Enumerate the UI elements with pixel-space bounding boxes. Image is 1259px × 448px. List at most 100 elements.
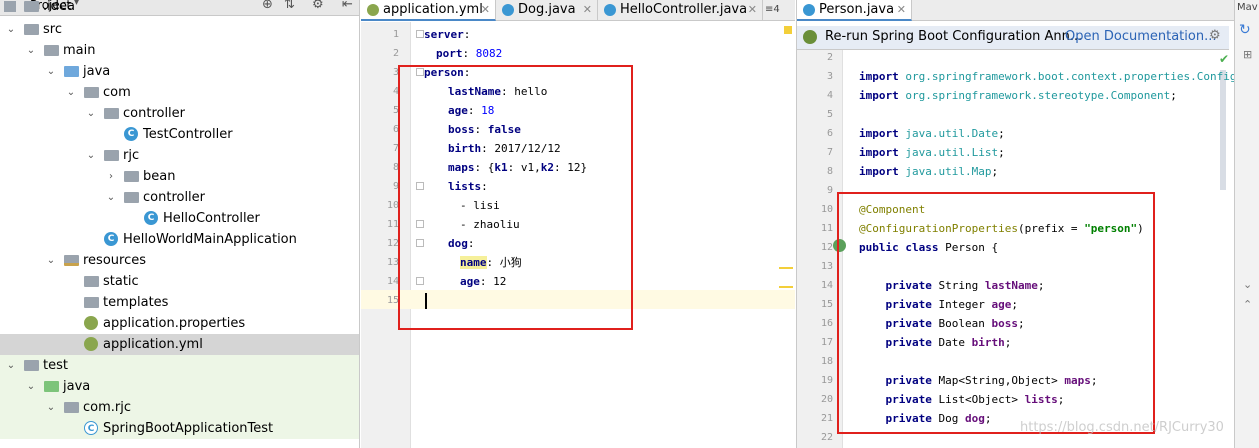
- tree-item-hellocontroller[interactable]: C HelloController: [0, 208, 359, 229]
- line-number: 11: [820, 223, 833, 234]
- tab-person-java[interactable]: Person.java ✕: [797, 0, 912, 21]
- tree-item-label: main: [63, 43, 96, 58]
- tree-item-resources[interactable]: ⌄ resources: [0, 250, 359, 271]
- tree-item-com[interactable]: ⌄ com: [0, 82, 359, 103]
- maven-label[interactable]: Mav: [1237, 2, 1258, 13]
- tree-item-main[interactable]: ⌄ main: [0, 40, 359, 61]
- tree-item-static[interactable]: static: [0, 271, 359, 292]
- line-number: 9: [826, 185, 833, 196]
- resources-folder-icon: [64, 255, 79, 266]
- tree-item-src[interactable]: ⌄ src: [0, 19, 359, 40]
- line-number: 11: [386, 219, 399, 230]
- folder-icon: [84, 297, 99, 308]
- tab-dog-java[interactable]: Dog.java ✕: [496, 0, 598, 21]
- code-line[interactable]: import java.util.Map;: [859, 162, 998, 181]
- banner-text: Re-run Spring Boot Configuration Ann...: [825, 29, 1083, 44]
- tree-item-java[interactable]: ⌄ java: [0, 61, 359, 82]
- tree-item-rjc[interactable]: ⌄ rjc: [0, 145, 359, 166]
- warning-marker: [784, 26, 792, 34]
- package-icon: [104, 108, 119, 119]
- code-line[interactable]: port: 8082: [436, 44, 502, 63]
- tree-item-label: .idea: [43, 0, 75, 14]
- tree-item-label: templates: [103, 295, 169, 310]
- close-icon[interactable]: ✕: [897, 0, 906, 20]
- maven-tool-icon[interactable]: ⊞: [1243, 48, 1252, 61]
- error-stripe-marker[interactable]: [779, 267, 793, 269]
- chevron-down-icon[interactable]: ⌄: [86, 103, 96, 124]
- spring-config-icon: [84, 316, 98, 330]
- tree-item-springbootapplicationtest[interactable]: C SpringBootApplicationTest: [0, 418, 359, 439]
- folder-icon: [24, 24, 39, 35]
- chevron-down-icon[interactable]: ⌄: [26, 376, 36, 397]
- line-number: 20: [820, 394, 833, 405]
- line-number: 7: [392, 143, 399, 154]
- code-line[interactable]: server:: [424, 25, 470, 44]
- code-line[interactable]: import java.util.List;: [859, 143, 1005, 162]
- line-number: 16: [820, 318, 833, 329]
- tree-item-label: TestController: [143, 127, 233, 142]
- tree-item-label: rjc: [123, 148, 140, 163]
- tree-item-testcontroller[interactable]: C TestController: [0, 124, 359, 145]
- line-number: 6: [826, 128, 833, 139]
- package-icon: [124, 192, 139, 203]
- tree-item-label: controller: [123, 106, 186, 121]
- package-icon: [64, 402, 79, 413]
- close-icon[interactable]: ✕: [748, 0, 757, 20]
- code-token: 8082: [475, 47, 503, 60]
- chevron-down-icon[interactable]: ⌄: [6, 19, 16, 40]
- package-icon: [104, 150, 119, 161]
- tree-item-bean[interactable]: › bean: [0, 166, 359, 187]
- chevron-down-icon[interactable]: ⌄: [46, 250, 56, 271]
- line-number: 6: [392, 124, 399, 135]
- chevron-down-icon[interactable]: ⌄: [6, 355, 16, 376]
- line-number: 2: [826, 52, 833, 63]
- tree-item-helloworldmainapplication[interactable]: C HelloWorldMainApplication: [0, 229, 359, 250]
- chevron-down-icon[interactable]: ⌄: [46, 397, 56, 418]
- chevron-down-icon[interactable]: ⌄: [86, 145, 96, 166]
- code-line[interactable]: import java.util.Date;: [859, 124, 1005, 143]
- chevron-down-icon[interactable]: ⌄: [26, 40, 36, 61]
- class-icon: [604, 4, 616, 16]
- settings-icon[interactable]: ⚙: [1209, 28, 1221, 43]
- line-number: 21: [820, 413, 833, 424]
- refresh-icon[interactable]: ↻: [1239, 22, 1251, 38]
- close-icon[interactable]: ✕: [481, 0, 490, 20]
- tree-item-label: SpringBootApplicationTest: [103, 421, 274, 436]
- tree-item-controller[interactable]: ⌄ controller: [0, 103, 359, 124]
- line-number: 18: [820, 356, 833, 367]
- code-line[interactable]: import org.springframework.boot.context.…: [859, 67, 1259, 86]
- line-number: 3: [826, 71, 833, 82]
- chevron-right-icon[interactable]: ›: [106, 166, 116, 187]
- line-number: 9: [392, 181, 399, 192]
- tree-item-controller[interactable]: ⌄ controller: [0, 187, 359, 208]
- tree-item-application-properties[interactable]: application.properties: [0, 313, 359, 334]
- close-icon[interactable]: ✕: [583, 0, 592, 20]
- line-number: 4: [392, 86, 399, 97]
- fold-marker-icon[interactable]: [416, 30, 424, 38]
- chevron-down-icon[interactable]: ⌄: [46, 61, 56, 82]
- collapse-icon[interactable]: ⌃: [1243, 298, 1252, 311]
- line-number: 1: [392, 29, 399, 40]
- chevron-down-icon[interactable]: ⌄: [106, 187, 116, 208]
- scrollbar[interactable]: [1220, 70, 1226, 190]
- tab-hellocontroller-java[interactable]: HelloController.java ✕: [598, 0, 763, 21]
- tree-item-label: HelloController: [163, 211, 260, 226]
- tree-item-com-rjc[interactable]: ⌄ com.rjc: [0, 397, 359, 418]
- code-line[interactable]: import org.springframework.stereotype.Co…: [859, 86, 1177, 105]
- line-number: 10: [386, 200, 399, 211]
- open-documentation-link[interactable]: Open Documentation...: [1065, 26, 1216, 48]
- line-number: 13: [820, 261, 833, 272]
- tab-application-yml[interactable]: application.yml ✕: [361, 0, 496, 21]
- chevron-down-icon[interactable]: ⌄: [66, 82, 76, 103]
- tree-item-templates[interactable]: templates: [0, 292, 359, 313]
- tab-overflow-button[interactable]: ≡4: [765, 0, 780, 20]
- tree-item-application-yml[interactable]: application.yml: [0, 334, 359, 355]
- expand-icon[interactable]: ⌄: [1243, 278, 1252, 291]
- tree-item--idea[interactable]: .idea: [0, 0, 359, 17]
- spring-notification-banner: Re-run Spring Boot Configuration Ann... …: [797, 26, 1229, 50]
- tree-item-test[interactable]: ⌄ test: [0, 355, 359, 376]
- error-stripe-marker[interactable]: [779, 286, 793, 288]
- tree-item-java[interactable]: ⌄ java: [0, 376, 359, 397]
- class-icon: C: [124, 127, 138, 141]
- code-token: port: [436, 47, 463, 60]
